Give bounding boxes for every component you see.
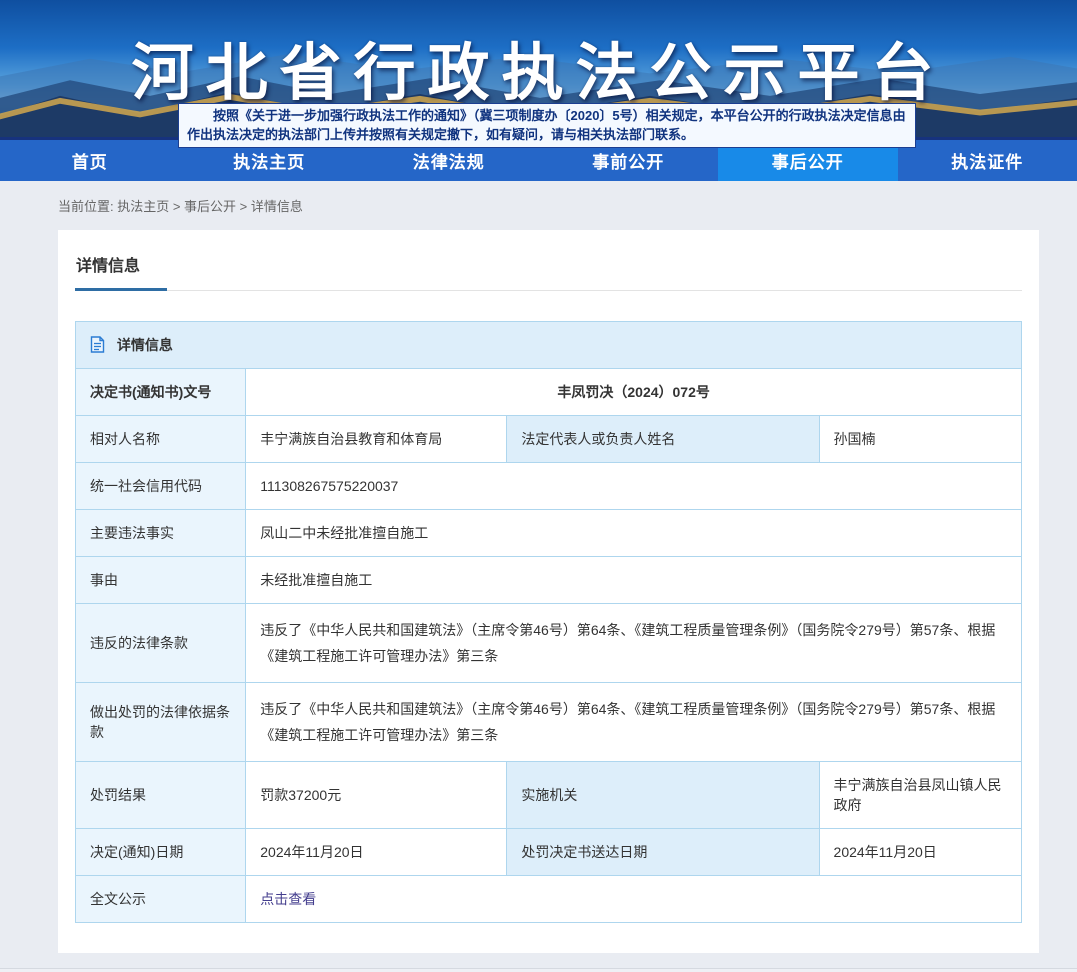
table-header-row: 详情信息	[76, 322, 1022, 369]
party-name-label: 相对人名称	[76, 416, 246, 463]
table-row: 决定书(通知书)文号 丰凤罚决（2024）072号	[76, 369, 1022, 416]
penalty-result-label: 处罚结果	[76, 762, 246, 829]
table-row: 全文公示 点击查看	[76, 876, 1022, 923]
cause-label: 事由	[76, 557, 246, 604]
table-row: 处罚结果 罚款37200元 实施机关 丰宁满族自治县凤山镇人民政府	[76, 762, 1022, 829]
doc-no-label: 决定书(通知书)文号	[76, 369, 246, 416]
penalty-basis-label: 做出处罚的法律依据条款	[76, 683, 246, 762]
page-title: 详情信息	[75, 252, 1022, 276]
breadcrumb: 当前位置: 执法主页 > 事后公开 > 详情信息	[0, 181, 1077, 230]
credit-code-label: 统一社会信用代码	[76, 463, 246, 510]
site-title: 河北省行政执法公示平台	[0, 22, 1077, 112]
table-row: 相对人名称 丰宁满族自治县教育和体育局 法定代表人或负责人姓名 孙国楠	[76, 416, 1022, 463]
doc-no-value: 丰凤罚决（2024）072号	[246, 369, 1022, 416]
nav-item-home[interactable]: 首页	[0, 140, 180, 181]
document-icon	[90, 336, 105, 353]
illegal-facts-value: 凤山二中未经批准擅自施工	[246, 510, 1022, 557]
violated-clause-label: 违反的法律条款	[76, 604, 246, 683]
content-card: 详情信息 详情信息 决定书(通知书)文号 丰凤罚决（2024）072号 相对人名…	[58, 230, 1039, 953]
table-row: 做出处罚的法律依据条款 违反了《中华人民共和国建筑法》（主席令第46号）第64条…	[76, 683, 1022, 762]
party-name-value: 丰宁满族自治县教育和体育局	[246, 416, 507, 463]
illegal-facts-label: 主要违法事实	[76, 510, 246, 557]
penalty-result-value: 罚款37200元	[246, 762, 507, 829]
footer-edge	[0, 968, 1077, 972]
table-row: 主要违法事实 凤山二中未经批准擅自施工	[76, 510, 1022, 557]
detail-table: 详情信息 决定书(通知书)文号 丰凤罚决（2024）072号 相对人名称 丰宁满…	[75, 321, 1022, 923]
decision-date-value: 2024年11月20日	[246, 829, 507, 876]
implementing-agency-value: 丰宁满族自治县凤山镇人民政府	[819, 762, 1021, 829]
delivery-date-label: 处罚决定书送达日期	[507, 829, 819, 876]
nav-item-certificates[interactable]: 执法证件	[898, 140, 1077, 181]
legal-rep-value: 孙国楠	[819, 416, 1021, 463]
table-header-title: 详情信息	[117, 337, 173, 353]
delivery-date-value: 2024年11月20日	[819, 829, 1021, 876]
implementing-agency-label: 实施机关	[507, 762, 819, 829]
table-row: 事由 未经批准擅自施工	[76, 557, 1022, 604]
table-row: 违反的法律条款 违反了《中华人民共和国建筑法》（主席令第46号）第64条、《建筑…	[76, 604, 1022, 683]
view-full-text-link[interactable]: 点击查看	[260, 891, 316, 907]
site-banner: 河北省行政执法公示平台 按照《关于进一步加强行政执法工作的通知》（冀三项制度办〔…	[0, 0, 1077, 140]
title-divider	[75, 290, 1022, 291]
penalty-basis-value: 违反了《中华人民共和国建筑法》（主席令第46号）第64条、《建筑工程质量管理条例…	[246, 683, 1022, 762]
full-text-label: 全文公示	[76, 876, 246, 923]
violated-clause-value: 违反了《中华人民共和国建筑法》（主席令第46号）第64条、《建筑工程质量管理条例…	[246, 604, 1022, 683]
table-row: 决定(通知)日期 2024年11月20日 处罚决定书送达日期 2024年11月2…	[76, 829, 1022, 876]
footer-spacer	[0, 953, 1077, 968]
table-row: 统一社会信用代码 111308267575220037	[76, 463, 1022, 510]
decision-date-label: 决定(通知)日期	[76, 829, 246, 876]
platform-notice: 按照《关于进一步加强行政执法工作的通知》（冀三项制度办〔2020〕5号）相关规定…	[178, 103, 916, 148]
legal-rep-label: 法定代表人或负责人姓名	[507, 416, 819, 463]
credit-code-value: 111308267575220037	[246, 463, 1022, 510]
cause-value: 未经批准擅自施工	[246, 557, 1022, 604]
